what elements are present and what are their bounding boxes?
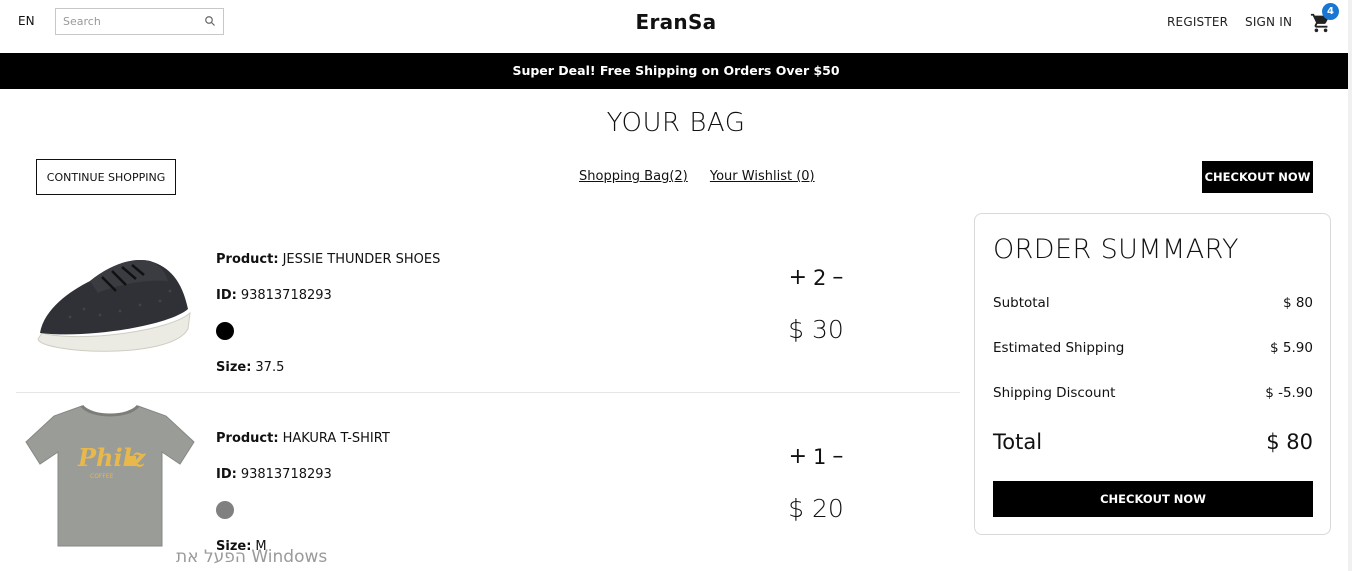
size-label: Size: [216,359,252,375]
navbar: EN EranSa REGISTER SIGN IN 4 [0,0,1352,53]
minus-icon[interactable]: – [832,265,843,290]
product-label: Product: [216,430,279,446]
product-price: $ 20 [788,494,844,523]
quantity-stepper: + 1 – [786,444,846,469]
signin-link[interactable]: SIGN IN [1245,15,1292,29]
product-id: 93813718293 [240,466,332,482]
search-container [55,8,224,35]
plus-icon[interactable]: + [789,265,807,290]
product-name: HAKURA T-SHIRT [282,430,390,446]
continue-shopping-button[interactable]: CONTINUE SHOPPING [36,159,176,195]
checkout-now-button[interactable]: CHECKOUT NOW [993,481,1313,517]
shipping-value: $ 5.90 [1270,340,1313,356]
language-label[interactable]: EN [18,14,35,28]
total-label: Total [993,430,1043,454]
subtotal-row: Subtotal $ 80 [993,295,1313,311]
quantity-value: 1 [813,444,827,469]
checkout-now-button-top[interactable]: CHECKOUT NOW [1202,161,1313,193]
search-input[interactable] [56,9,196,34]
windows-activation-watermark: הפעל את Windows [176,547,328,567]
shipping-label: Estimated Shipping [993,340,1125,356]
color-swatch [216,322,234,340]
product-row: Philz COFFEE Product: HAKURA T-SHIRT ID: 9… [16,394,960,571]
svg-text:COFFEE: COFFEE [90,473,114,480]
product-id: 93813718293 [240,287,332,303]
shipping-row: Estimated Shipping $ 5.90 [993,340,1313,356]
total-row: Total $ 80 [993,430,1313,454]
page-title: YOUR BAG [606,108,746,138]
total-value: $ 80 [1266,430,1313,454]
quantity-stepper: + 2 – [786,265,846,290]
summary-title: ORDER SUMMARY [993,234,1239,265]
id-label: ID: [216,466,237,482]
product-label: Product: [216,251,279,267]
register-link[interactable]: REGISTER [1167,15,1228,29]
order-summary: ORDER SUMMARY Subtotal $ 80 Estimated Sh… [974,213,1331,535]
shopping-bag-link[interactable]: Shopping Bag(2) [579,169,688,184]
subtotal-value: $ 80 [1282,295,1313,311]
id-label: ID: [216,287,237,303]
quantity-value: 2 [813,265,827,290]
subtotal-label: Subtotal [993,295,1050,311]
product-size: 37.5 [255,359,285,375]
wishlist-link[interactable]: Your Wishlist (0) [710,169,815,184]
cart-badge: 4 [1322,3,1339,20]
svg-text:Philz: Philz [77,443,147,472]
product-price: $ 30 [788,315,844,344]
product-row: Product: JESSIE THUNDER SHOES ID: 93813718… [16,215,960,393]
discount-row: Shipping Discount $ -5.90 [993,385,1313,401]
search-icon[interactable] [204,15,216,27]
product-image-tshirt: Philz COFFEE [25,404,195,547]
scrollbar[interactable] [1348,0,1352,571]
product-details: Product: JESSIE THUNDER SHOES ID: 93813718… [216,241,440,385]
discount-value: $ -5.90 [1265,385,1313,401]
announcement-bar: Super Deal! Free Shipping on Orders Over… [0,53,1352,89]
minus-icon[interactable]: – [832,444,843,469]
product-image-shoe [37,259,191,352]
plus-icon[interactable]: + [789,444,807,469]
color-swatch [216,501,234,519]
product-details: Product: HAKURA T-SHIRT ID: 93813718293 Si… [216,420,390,564]
discount-label: Shipping Discount [993,385,1116,401]
bag-links: Shopping Bag(2) Your Wishlist (0) [579,169,833,184]
product-name: JESSIE THUNDER SHOES [282,251,441,267]
